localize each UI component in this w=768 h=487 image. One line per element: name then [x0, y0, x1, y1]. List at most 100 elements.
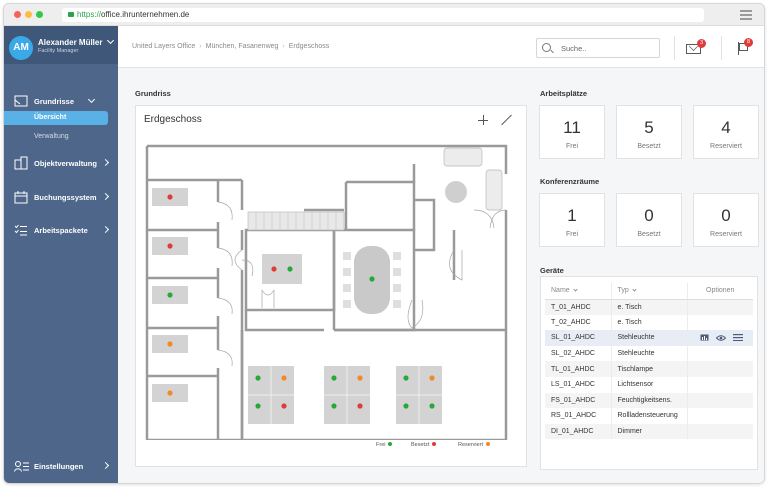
device-type-cell: Feuchtigkeitsens.	[611, 392, 688, 409]
menu-icon[interactable]	[732, 334, 743, 342]
chevron-right-icon	[101, 461, 110, 470]
device-name-cell: FS_01_AHDC	[545, 392, 612, 409]
search-placeholder: Suche..	[561, 44, 587, 53]
floorplan-drawing[interactable]	[144, 140, 514, 440]
checklist-icon	[14, 224, 27, 236]
reserved-dot-icon	[486, 442, 491, 446]
seat-marker[interactable]	[255, 403, 261, 409]
sidebar-item-arbeitspackete[interactable]: Arbeitspackete	[4, 221, 118, 241]
table-row[interactable]: T_02_AHDC e. Tisch	[545, 314, 753, 331]
divider	[721, 36, 722, 60]
sidebar-item-label: Grundrisse	[34, 97, 75, 106]
sidebar-item-grundrisse[interactable]: Grundrisse	[4, 92, 118, 112]
device-name-cell: LS_01_AHDC	[545, 376, 612, 393]
url-scheme: https://	[77, 10, 102, 19]
eye-icon[interactable]	[715, 335, 726, 341]
breadcrumb-item[interactable]: München, Fasanenweg	[206, 43, 279, 50]
browser-menu-icon[interactable]	[740, 10, 752, 20]
seat-marker[interactable]	[403, 375, 409, 381]
search-input[interactable]: Suche..	[536, 38, 660, 58]
address-bar[interactable]: https://office.ihrunternehmen.de	[62, 8, 704, 22]
stat-workplaces-reserved: 4 Reserviert	[693, 105, 759, 159]
legend-item-besetzt: Besetzt	[411, 442, 437, 448]
table-row[interactable]: T_01_AHDC e. Tisch	[545, 299, 753, 315]
device-options-cell	[687, 408, 753, 424]
sidebar-subitem-verwaltung[interactable]: Verwaltung	[34, 133, 69, 140]
seat-marker[interactable]	[255, 375, 261, 381]
seat-marker[interactable]	[281, 403, 287, 409]
seat-marker[interactable]	[331, 375, 337, 381]
breadcrumb-item[interactable]: United Layers Office	[132, 43, 195, 50]
workplaces-title: Arbeitsplätze	[540, 89, 588, 98]
sidebar-item-label: Arbeitspackete	[34, 226, 88, 235]
sidebar-item-einstellungen[interactable]: Einstellungen	[4, 457, 118, 477]
table-row[interactable]: FS_01_AHDC Feuchtigkeitsens.	[545, 392, 753, 409]
column-header-name[interactable]: Name	[545, 283, 612, 300]
sidebar-subitem-uebersicht[interactable]: Übersicht	[4, 111, 108, 125]
seat-marker[interactable]	[331, 403, 337, 409]
seat-marker[interactable]	[167, 292, 173, 298]
seat-marker[interactable]	[167, 194, 173, 200]
device-options-cell	[687, 423, 753, 440]
seat-marker[interactable]	[357, 375, 363, 381]
stat-rooms-free: 1 Frei	[539, 193, 605, 247]
table-row[interactable]: SL_01_AHDC Stehleuchte	[545, 330, 753, 346]
column-header-typ[interactable]: Typ	[611, 283, 688, 300]
device-options-cell	[687, 392, 753, 409]
seat-marker[interactable]	[281, 375, 287, 381]
table-row[interactable]: TL_01_AHDC Tischlampe	[545, 361, 753, 377]
device-type-cell: Rollladensteuerung	[611, 408, 688, 424]
table-row[interactable]: DI_01_AHDC Dimmer	[545, 423, 753, 440]
table-row[interactable]: LS_01_AHDC Lichtsensor	[545, 376, 753, 393]
sidebar-item-buchungssystem[interactable]: Buchungssystem	[4, 188, 118, 208]
seat-marker[interactable]	[167, 341, 173, 347]
chevron-down-icon	[87, 95, 96, 104]
floorplan-title: Erdgeschoss	[144, 114, 202, 125]
devices-table: Name Typ Optionen T_01_AHDC e. Tisch T_02_…	[545, 283, 753, 440]
seat-marker[interactable]	[429, 375, 435, 381]
free-dot-icon	[388, 442, 393, 446]
seat-marker[interactable]	[403, 403, 409, 409]
breadcrumb-item[interactable]: Erdgeschoss	[289, 43, 329, 50]
plus-icon[interactable]	[478, 115, 488, 125]
sidebar-item-label: Buchungssystem	[34, 193, 97, 202]
seat-marker[interactable]	[287, 266, 293, 272]
url-host: office.ihrunternehmen.de	[101, 10, 190, 19]
legend-item-frei: Frei	[376, 442, 393, 448]
seat-marker[interactable]	[357, 403, 363, 409]
breadcrumb-separator: ›	[199, 43, 202, 50]
seat-marker[interactable]	[429, 403, 435, 409]
lock-icon	[68, 12, 74, 17]
seat-marker[interactable]	[369, 276, 375, 282]
seat-marker[interactable]	[271, 266, 277, 272]
sidebar-item-label: Objektverwaltung	[34, 159, 97, 168]
device-type-cell: Stehleuchte	[611, 345, 688, 362]
buildings-icon	[14, 156, 28, 170]
table-row[interactable]: RS_01_AHDC Rollladensteuerung	[545, 408, 753, 424]
flag-badge: 8	[744, 38, 753, 47]
device-options-cell	[687, 299, 753, 315]
chart-icon[interactable]	[700, 334, 709, 341]
floorplan-icon	[14, 95, 28, 107]
device-type-cell: Tischlampe	[611, 361, 688, 377]
table-row[interactable]: SL_02_AHDC Stehleuchte	[545, 345, 753, 362]
user-settings-icon	[14, 461, 29, 472]
mail-badge: 3	[697, 39, 706, 48]
device-options-cell	[687, 330, 753, 346]
maximize-window-icon[interactable]	[36, 11, 43, 18]
user-profile[interactable]: AM Alexander Müller Facility Manager	[4, 26, 118, 64]
device-name-cell: SL_01_AHDC	[545, 330, 612, 346]
seat-marker[interactable]	[167, 390, 173, 396]
avatar: AM	[9, 36, 33, 60]
device-name-cell: TL_01_AHDC	[545, 361, 612, 377]
chevron-down-icon	[632, 287, 637, 292]
close-window-icon[interactable]	[14, 11, 21, 18]
chevron-down-icon	[573, 287, 578, 292]
seat-marker[interactable]	[167, 243, 173, 249]
minimize-window-icon[interactable]	[25, 11, 32, 18]
device-type-cell: Dimmer	[611, 423, 688, 440]
stat-rooms-occupied: 0 Besetzt	[616, 193, 682, 247]
sidebar-item-objektverwaltung[interactable]: Objektverwaltung	[4, 154, 118, 174]
user-name: Alexander Müller	[38, 36, 114, 47]
expand-icon[interactable]	[500, 114, 512, 126]
